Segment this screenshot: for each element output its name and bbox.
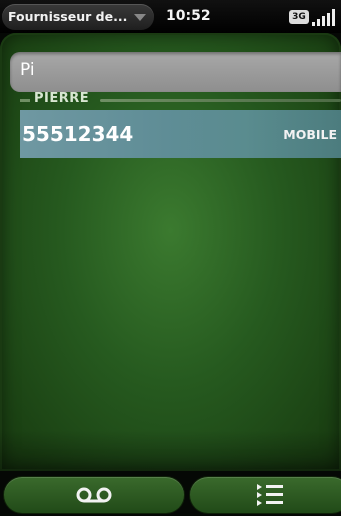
carrier-menu-button[interactable]: Fournisseur de... [2, 4, 154, 30]
voicemail-icon [76, 487, 112, 503]
contact-group-header: PIERRE [20, 91, 341, 108]
carrier-label: Fournisseur de... [8, 9, 128, 24]
voicemail-button[interactable] [4, 477, 184, 513]
contact-name: PIERRE [34, 91, 90, 106]
status-bar: Fournisseur de... 10:52 3G [0, 0, 341, 33]
divider [100, 99, 341, 102]
divider [20, 99, 30, 102]
signal-strength-icon [312, 9, 336, 26]
chevron-down-icon [134, 14, 146, 21]
list-icon [257, 484, 283, 506]
phone-number: 55512344 [22, 122, 134, 146]
list-view-button[interactable] [190, 477, 341, 513]
search-input[interactable]: Pi [10, 52, 341, 92]
list-item[interactable]: 55512344 MOBILE [20, 110, 341, 158]
network-badge: 3G [289, 10, 309, 24]
search-input-value: Pi [20, 60, 35, 80]
clock: 10:52 [166, 8, 211, 24]
panel-shadow [0, 430, 341, 471]
phone-type-label: MOBILE [283, 127, 337, 142]
